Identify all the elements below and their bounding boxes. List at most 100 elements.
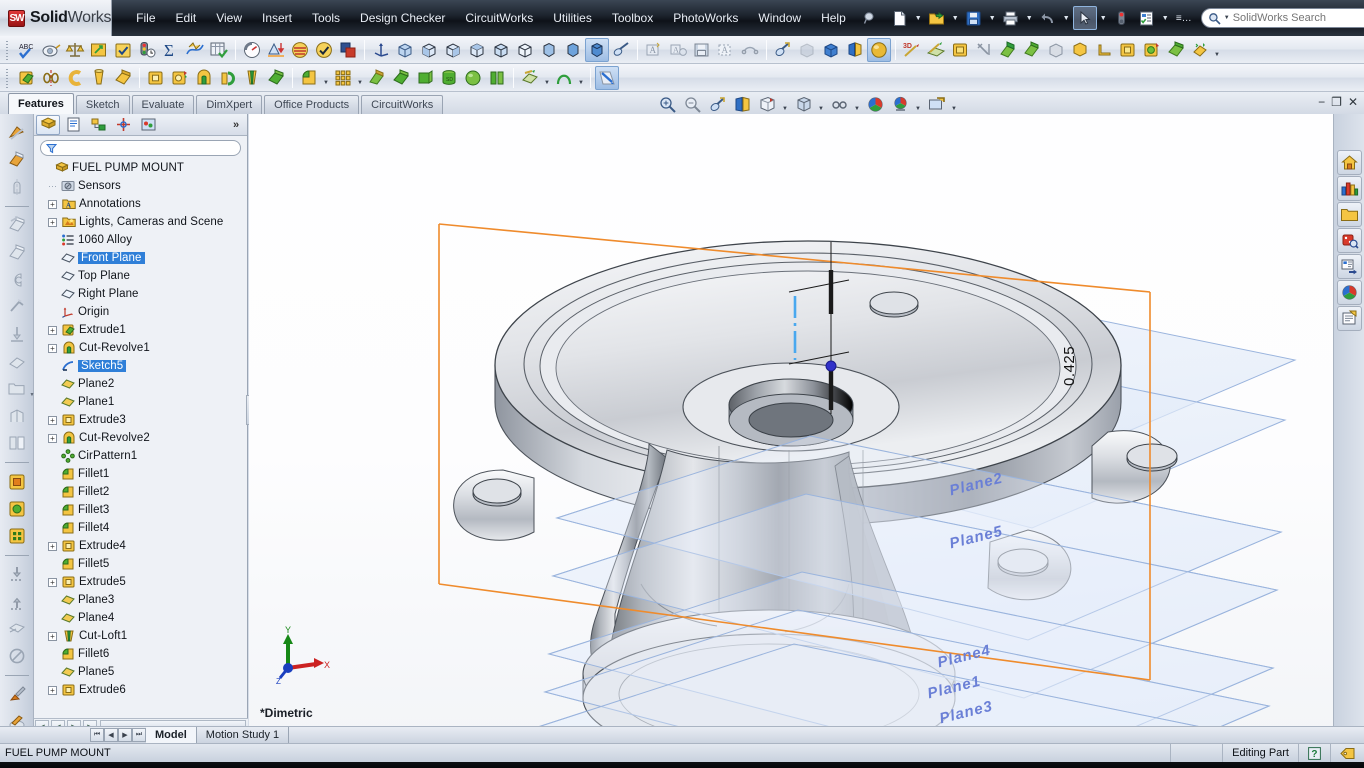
draft-feature-button[interactable] (365, 66, 389, 90)
dimxpert-manager-tab[interactable] (111, 115, 135, 135)
options-caret-icon[interactable]: ▼ (1160, 7, 1171, 29)
tree-item-plane5[interactable]: Plane5 (36, 663, 247, 681)
view-front-button[interactable] (417, 38, 441, 62)
rail-flatten-gray-icon[interactable] (4, 616, 30, 641)
fillet-button[interactable] (297, 66, 321, 90)
note-button[interactable]: A (642, 38, 666, 62)
tree-item-extrude5[interactable]: + Extrude5 (36, 573, 247, 591)
view-back-button[interactable] (441, 38, 465, 62)
tab-sketch[interactable]: Sketch (75, 95, 130, 114)
sketch-plane-button[interactable] (924, 38, 948, 62)
display-manager-button[interactable] (924, 92, 948, 116)
fillet-caret-icon[interactable]: ▼ (321, 66, 331, 90)
section-view-button[interactable] (730, 92, 754, 116)
view-normal-button[interactable] (537, 38, 561, 62)
menu-item-edit[interactable]: Edit (166, 7, 207, 29)
menu-item-utilities[interactable]: Utilities (543, 7, 602, 29)
intersect-button[interactable] (1188, 38, 1212, 62)
rail-sweep-gray-icon[interactable] (4, 213, 30, 238)
sketch-3d-button[interactable]: 3D (900, 38, 924, 62)
tab-model[interactable]: Model (146, 727, 197, 743)
apply-scene-button[interactable] (863, 92, 887, 116)
tree-item-fillet1[interactable]: Fillet1 (36, 465, 247, 483)
menu-item-window[interactable]: Window (748, 7, 811, 29)
tree-item-lights-cameras-scene[interactable]: + Lights, Cameras and Scene (36, 213, 247, 231)
reference-geometry-button[interactable] (948, 38, 972, 62)
tree-expander-plus[interactable]: + (48, 343, 57, 353)
custom-properties-button[interactable] (1336, 306, 1362, 331)
menu-item-photoworks[interactable]: PhotoWorks (663, 7, 748, 29)
tree-item-plane1[interactable]: Plane1 (36, 393, 247, 411)
tree-item-right-plane[interactable]: Right Plane (36, 285, 247, 303)
view-left-button[interactable] (465, 38, 489, 62)
revolved-cut-button[interactable] (192, 66, 216, 90)
tree-item-fillet6[interactable]: Fillet6 (36, 645, 247, 663)
block-button[interactable] (738, 38, 762, 62)
display-style-button[interactable] (791, 92, 815, 116)
search-input[interactable] (1232, 12, 1364, 24)
view-top-button[interactable] (513, 38, 537, 62)
tree-item-root[interactable]: FUEL PUMP MOUNT (36, 159, 247, 177)
menu-item-tools[interactable]: Tools (302, 7, 350, 29)
tree-item-top-plane[interactable]: Top Plane (36, 267, 247, 285)
tree-item-extrude3[interactable]: + Extrude3 (36, 411, 247, 429)
previous-view-button[interactable] (705, 92, 729, 116)
rail-dome-gray-icon[interactable] (4, 322, 30, 347)
zoom-to-fit-button[interactable] (655, 92, 679, 116)
new-document-caret-icon[interactable]: ▼ (913, 7, 924, 29)
flex-button[interactable] (1164, 38, 1188, 62)
tree-item-material[interactable]: 1060 Alloy (36, 231, 247, 249)
tree-expander-plus[interactable]: + (48, 433, 57, 443)
property-manager-tab[interactable] (61, 115, 85, 135)
feature-tree[interactable]: FUEL PUMP MOUNT ⋯ Sensors + A Annotation… (34, 159, 247, 718)
save-button[interactable] (962, 6, 986, 30)
tab-nav-first[interactable]: ⏮ (90, 728, 104, 742)
move-face-button[interactable] (1020, 38, 1044, 62)
rail-rib-gray-icon[interactable] (4, 403, 30, 428)
statistics-button[interactable]: Σ (159, 38, 183, 62)
balloon-button[interactable]: A (666, 38, 690, 62)
search-button[interactable] (1336, 228, 1362, 253)
view-orientation-button[interactable] (755, 92, 779, 116)
tree-item-cirpattern1[interactable]: CirPattern1 (36, 447, 247, 465)
rail-appearance-brush-icon[interactable] (4, 682, 30, 707)
rail-draft-gray-icon[interactable] (4, 349, 30, 374)
tab-nav-next[interactable]: ▶ (118, 728, 132, 742)
dome-feature-button[interactable] (461, 66, 485, 90)
rail-wrap-gray-icon[interactable] (4, 294, 30, 319)
print-caret-icon[interactable]: ▼ (1024, 7, 1035, 29)
check-button[interactable] (111, 38, 135, 62)
rail-loft-gray-icon[interactable] (4, 240, 30, 265)
intersect-caret-icon[interactable]: ▼ (1212, 38, 1222, 62)
tree-item-sketch5[interactable]: Sketch5 (36, 357, 247, 375)
swept-boss-button[interactable] (63, 66, 87, 90)
tree-item-cut-loft1[interactable]: + Cut-Loft1 (36, 627, 247, 645)
view-settings-caret-icon[interactable]: ▼ (913, 92, 923, 116)
tree-item-fillet2[interactable]: Fillet2 (36, 483, 247, 501)
display-manager-caret-icon[interactable]: ▼ (949, 92, 959, 116)
swept-cut-button[interactable] (216, 66, 240, 90)
zoom-to-area-button[interactable] (680, 92, 704, 116)
tree-item-plane3[interactable]: Plane3 (36, 591, 247, 609)
menu-item-circuitworks[interactable]: CircuitWorks (455, 7, 543, 29)
rib-feature-button[interactable] (413, 66, 437, 90)
menu-item-insert[interactable]: Insert (252, 7, 302, 29)
feature-manager-tab[interactable] (36, 114, 60, 135)
menu-item-design-checker[interactable]: Design Checker (350, 7, 455, 29)
tree-item-extrude4[interactable]: + Extrude4 (36, 537, 247, 555)
instant3d-toggle[interactable] (595, 65, 619, 90)
curves-menu[interactable] (552, 66, 576, 90)
boundary-boss-button[interactable] (111, 66, 135, 90)
view-right-button[interactable] (489, 38, 513, 62)
undo-button[interactable] (1036, 6, 1060, 30)
tree-expander-plus[interactable]: + (48, 685, 57, 695)
more-tabs-button[interactable]: » (227, 115, 245, 135)
status-tag-icon[interactable] (1330, 743, 1364, 763)
menu-item-help[interactable]: Help (811, 7, 856, 29)
view-palette-button[interactable] (1336, 254, 1362, 279)
tree-item-sensors[interactable]: ⋯ Sensors (36, 177, 247, 195)
rail-mirror-gray-icon[interactable] (4, 431, 30, 456)
zebra-stripes-button[interactable] (288, 38, 312, 62)
tree-item-plane4[interactable]: Plane4 (36, 609, 247, 627)
dome-button[interactable] (1116, 38, 1140, 62)
